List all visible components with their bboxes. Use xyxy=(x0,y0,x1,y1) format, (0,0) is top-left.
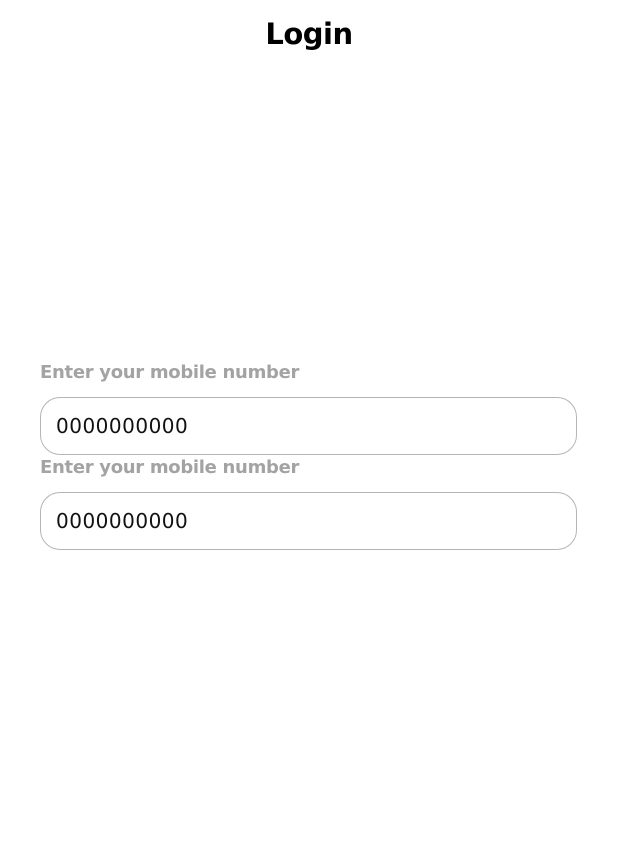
page-title: Login xyxy=(265,17,353,51)
mobile-number-input-2[interactable] xyxy=(40,492,577,550)
mobile-number-input[interactable] xyxy=(40,397,577,455)
mobile-number-label-2: Enter your mobile number xyxy=(40,457,300,478)
mobile-number-label: Enter your mobile number xyxy=(40,362,300,383)
